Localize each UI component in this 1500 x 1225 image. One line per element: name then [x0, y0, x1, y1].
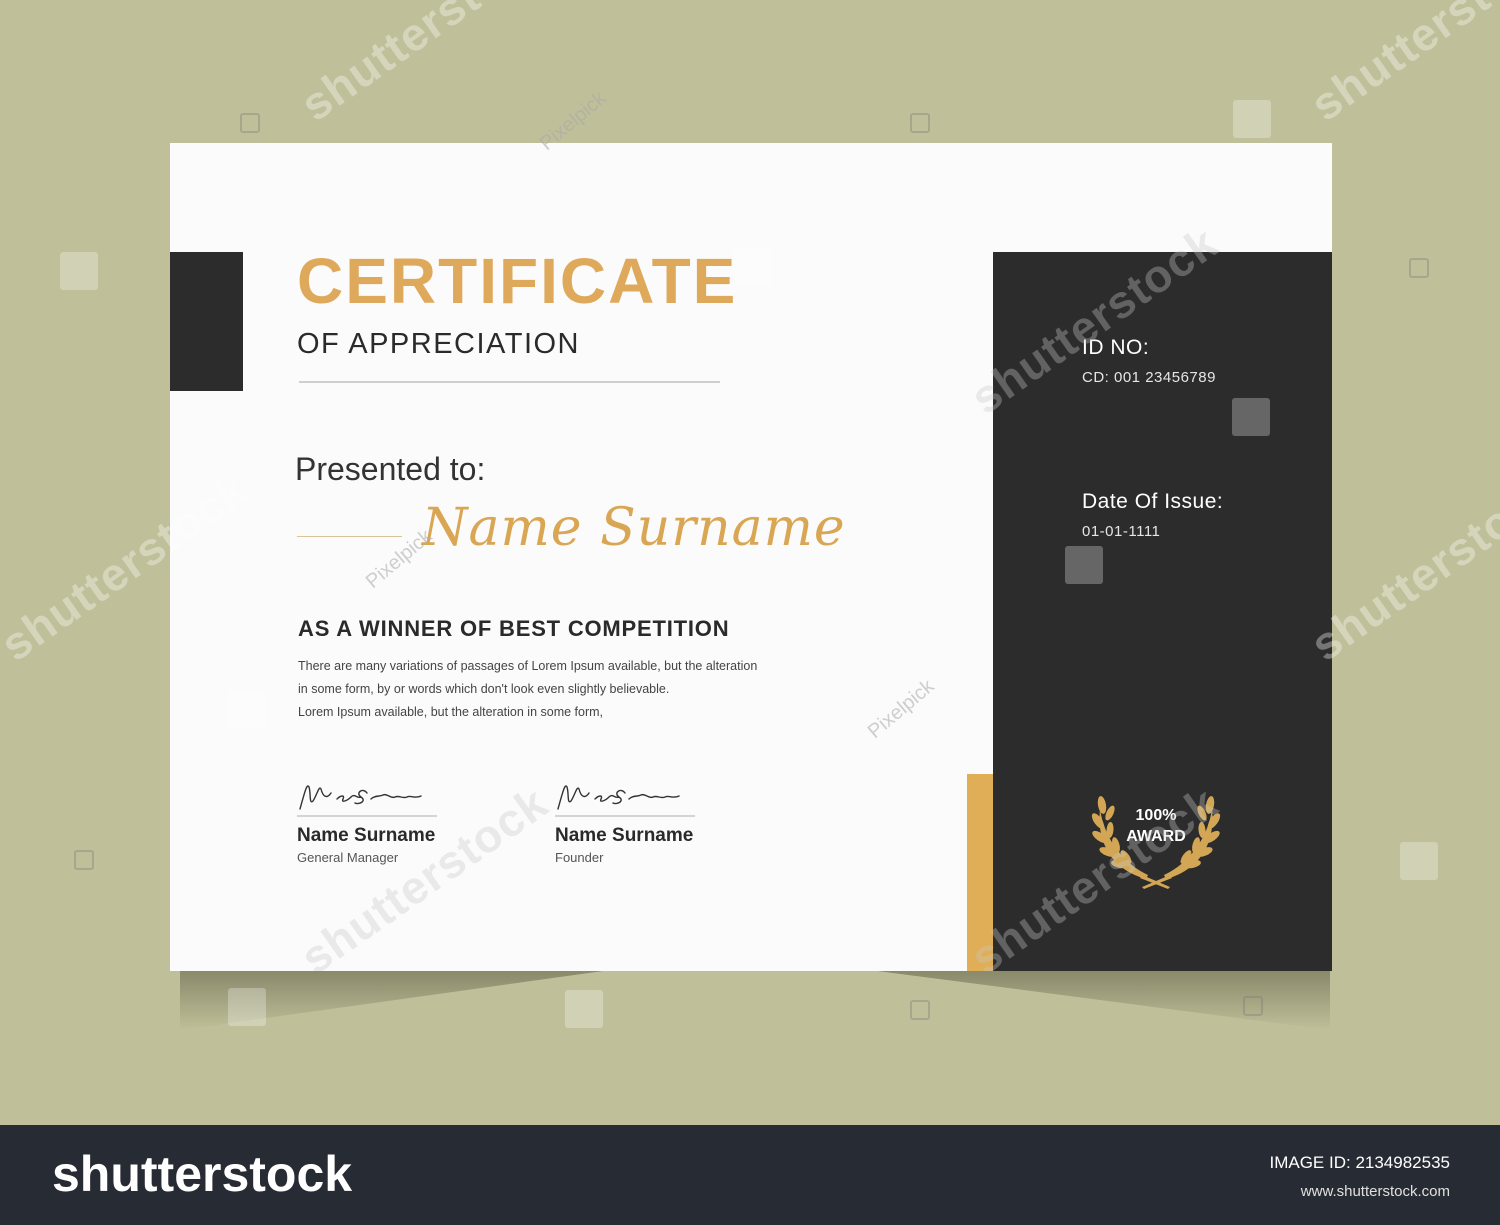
signature-line — [297, 815, 437, 817]
description-text: There are many variations of passages of… — [298, 655, 818, 724]
watermark-small-icon — [240, 113, 260, 133]
watermark-logo-icon — [228, 988, 266, 1026]
description-line: in some form, by or words which don't lo… — [298, 682, 670, 696]
date-label: Date Of Issue: — [1082, 490, 1224, 513]
watermark-logo-icon — [60, 252, 98, 290]
watermark-small-icon — [1409, 258, 1429, 278]
signature-block-2: Name Surname Founder — [555, 779, 725, 865]
watermark-logo-icon — [733, 248, 771, 286]
watermark-text: shutterstock — [291, 0, 557, 131]
name-divider — [297, 536, 402, 537]
watermark-logo-icon — [1232, 398, 1270, 436]
watermark-logo-icon — [565, 990, 603, 1028]
recipient-name: Name Surname — [422, 498, 846, 558]
watermark-small-icon — [1243, 996, 1263, 1016]
watermark-pixelpick: Pixelpick — [863, 675, 939, 743]
watermark-logo-icon — [1233, 100, 1271, 138]
watermark-text: shutterstock — [1301, 0, 1500, 131]
date-value: 01-01-1111 — [1082, 523, 1161, 540]
signature-graphic — [557, 785, 680, 810]
watermark-small-icon — [74, 850, 94, 870]
achievement-text: AS A WINNER OF BEST COMPETITION — [298, 616, 730, 641]
certificate-subtitle: OF APPRECIATION — [297, 328, 581, 360]
certificate-title: CERTIFICATE — [297, 245, 738, 317]
signature-graphic — [299, 785, 422, 810]
left-accent-block — [170, 252, 243, 391]
footer-bar: shutterstock IMAGE ID: 2134982535 www.sh… — [0, 1125, 1500, 1225]
watermark-logo-icon — [228, 690, 266, 728]
signature-line — [555, 815, 695, 817]
signatory-name: Name Surname — [555, 825, 694, 846]
footer-image-id: IMAGE ID: 2134982535 — [1269, 1153, 1450, 1172]
signatory-role: Founder — [555, 850, 604, 865]
watermark-logo-icon — [1065, 546, 1103, 584]
title-divider — [299, 381, 720, 383]
watermark-logo-icon — [1400, 842, 1438, 880]
footer-site-url: www.shutterstock.com — [1300, 1183, 1450, 1200]
presented-label: Presented to: — [295, 451, 486, 487]
watermark-small-icon — [910, 1000, 930, 1020]
description-line: There are many variations of passages of… — [298, 659, 758, 673]
watermark-small-icon — [910, 113, 930, 133]
footer-brand-logo: shutterstock — [52, 1146, 353, 1202]
description-line: Lorem Ipsum available, but the alteratio… — [298, 705, 604, 719]
id-value: CD: 001 23456789 — [1082, 369, 1216, 386]
